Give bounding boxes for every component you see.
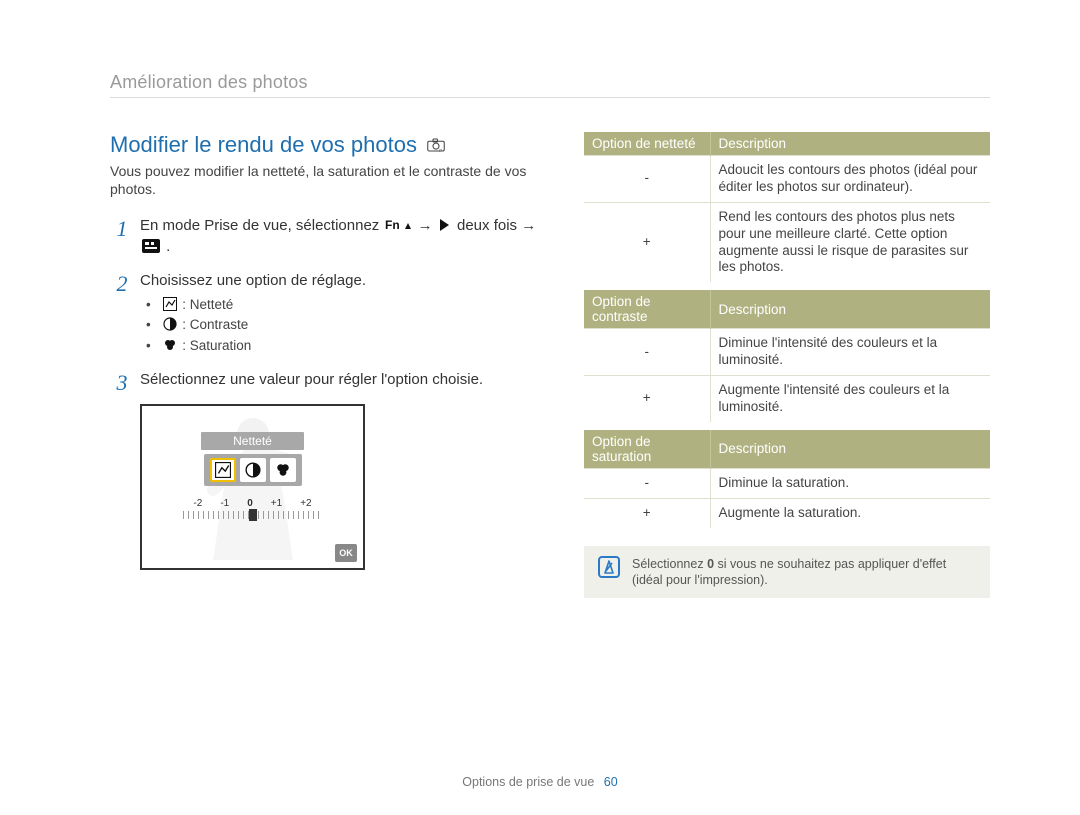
scale-tick: +2: [300, 498, 311, 509]
table-header: Description: [710, 132, 990, 156]
table-header: Option de contraste: [584, 290, 710, 329]
step-1-text-pre: En mode Prise de vue, sélectionnez: [140, 217, 383, 234]
sublist-item-saturation: : Saturation: [146, 336, 540, 356]
page-number: 60: [604, 775, 618, 789]
step-1: En mode Prise de vue, sélectionnez Fn → …: [110, 216, 540, 257]
page-footer: Options de prise de vue 60: [0, 775, 1080, 789]
column-left: Modifier le rendu de vos photos p Vous p…: [110, 132, 540, 598]
forward-icon: [439, 218, 451, 232]
scale-tick: 0: [247, 498, 253, 509]
footer-section: Options de prise de vue: [462, 775, 594, 789]
step-3: Sélectionnez une valeur pour régler l'op…: [110, 370, 540, 390]
svg-text:Fn: Fn: [385, 218, 400, 232]
saturation-table: Option de saturation Description - Dimin…: [584, 430, 990, 528]
lcd-sharpness-icon: [210, 458, 236, 482]
lcd-saturation-icon: [270, 458, 296, 482]
desc-cell: Diminue la saturation.: [710, 468, 990, 498]
section-title-text: Modifier le rendu de vos photos: [110, 132, 417, 158]
camera-lcd-preview: Netteté -2: [140, 404, 365, 570]
step-2-text: Choisissez une option de réglage.: [140, 272, 366, 289]
lcd-label: Netteté: [201, 432, 304, 450]
fn-up-icon: Fn: [385, 218, 411, 232]
option-cell: -: [584, 468, 710, 498]
desc-cell: Augmente la saturation.: [710, 498, 990, 527]
sublist-label: : Contraste: [179, 317, 249, 332]
table-row: + Augmente la saturation.: [584, 498, 990, 527]
desc-cell: Rend les contours des photos plus nets p…: [710, 202, 990, 282]
step-2: Choisissez une option de réglage. : Nett…: [110, 271, 540, 356]
desc-cell: Augmente l'intensité des couleurs et la …: [710, 376, 990, 422]
step-1-arrow-1: →: [418, 217, 437, 234]
table-row: - Adoucit les contours des photos (idéal…: [584, 156, 990, 203]
option-cell: +: [584, 376, 710, 422]
option-cell: -: [584, 329, 710, 376]
table-header: Option de netteté: [584, 132, 710, 156]
adjust-panel-icon: [142, 239, 160, 253]
desc-cell: Diminue l'intensité des couleurs et la l…: [710, 329, 990, 376]
sublist-label: : Saturation: [179, 338, 252, 353]
running-head: Amélioration des photos: [110, 72, 990, 93]
note-text: Sélectionnez 0 si vous ne souhaitez pas …: [632, 556, 976, 589]
scale-tick: +1: [271, 498, 282, 509]
note-box: Sélectionnez 0 si vous ne souhaitez pas …: [584, 546, 990, 599]
contrast-icon: [163, 317, 177, 331]
saturation-icon: [163, 338, 177, 352]
sharpness-table: Option de netteté Description - Adoucit …: [584, 132, 990, 282]
note-text-pre: Sélectionnez: [632, 557, 707, 571]
step-3-text: Sélectionnez une valeur pour régler l'op…: [140, 371, 483, 388]
option-cell: -: [584, 156, 710, 203]
lcd-contrast-icon: [240, 458, 266, 482]
lcd-scale: -2 -1 0 +1 +2: [183, 498, 323, 519]
step-1-text-post: .: [166, 238, 170, 255]
table-row: - Diminue l'intensité des couleurs et la…: [584, 329, 990, 376]
desc-cell: Adoucit les contours des photos (idéal p…: [710, 156, 990, 203]
lcd-ok-button: OK: [335, 544, 357, 562]
table-header: Option de saturation: [584, 430, 710, 469]
sublist-label: : Netteté: [179, 297, 234, 312]
section-title: Modifier le rendu de vos photos p: [110, 132, 540, 158]
table-row: + Rend les contours des photos plus nets…: [584, 202, 990, 282]
sublist-item-sharpness: : Netteté: [146, 295, 540, 315]
intro-paragraph: Vous pouvez modifier la netteté, la satu…: [110, 162, 540, 198]
step-1-text-mid: deux fois →: [457, 217, 536, 234]
contrast-table: Option de contraste Description - Diminu…: [584, 290, 990, 422]
sharpness-icon: [163, 297, 177, 311]
camera-mode-icon: p: [427, 132, 445, 158]
table-row: + Augmente l'intensité des couleurs et l…: [584, 376, 990, 422]
table-row: - Diminue la saturation.: [584, 468, 990, 498]
sublist-item-contrast: : Contraste: [146, 315, 540, 335]
note-text-bold: 0: [707, 557, 714, 571]
lcd-icon-row: [204, 454, 302, 486]
scale-tick: -2: [193, 498, 202, 509]
divider: [110, 97, 990, 98]
table-header: Description: [710, 430, 990, 469]
option-cell: +: [584, 202, 710, 282]
option-cell: +: [584, 498, 710, 527]
table-header: Description: [710, 290, 990, 329]
scale-tick: -1: [220, 498, 229, 509]
column-right: Option de netteté Description - Adoucit …: [584, 132, 990, 598]
note-icon: [598, 556, 620, 578]
